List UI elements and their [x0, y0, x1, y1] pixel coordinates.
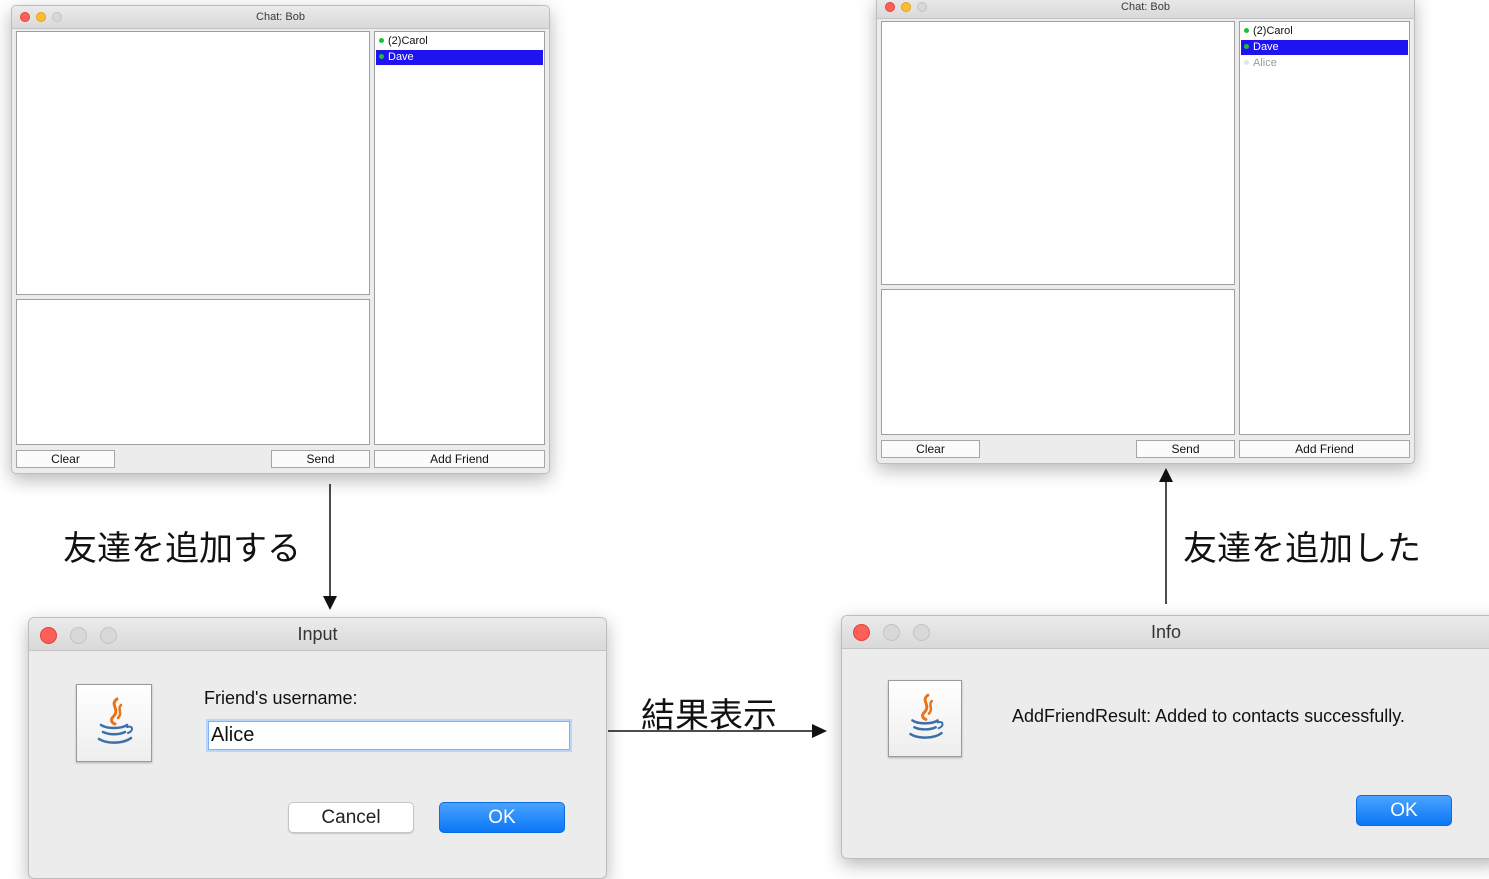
add-friend-button[interactable]: Add Friend	[374, 450, 545, 468]
clear-button[interactable]: Clear	[16, 450, 115, 468]
cancel-button[interactable]: Cancel	[288, 802, 414, 833]
add-friend-button[interactable]: Add Friend	[1239, 440, 1410, 458]
contact-label: Alice	[1253, 57, 1277, 69]
ok-button[interactable]: OK	[1356, 795, 1452, 826]
chat-history-area[interactable]	[16, 31, 370, 295]
contact-label: (2)Carol	[388, 35, 428, 47]
info-message: AddFriendResult: Added to contacts succe…	[1012, 706, 1405, 726]
arrow-down	[323, 484, 337, 610]
zoom-button[interactable]	[52, 12, 62, 22]
green-dot-icon	[1244, 28, 1249, 34]
contact-item[interactable]: (2)Carol	[1241, 24, 1408, 39]
chat-window-after: Chat: Bob (2)Carol Dave Alice Clear Send…	[876, 0, 1415, 464]
close-button[interactable]	[20, 12, 30, 22]
flow-label-added-friend: 友達を追加した	[1183, 529, 1421, 569]
minimize-button[interactable]	[36, 12, 46, 22]
prompt-label: Friend's username:	[204, 688, 358, 708]
title-bar: Chat: Bob	[877, 0, 1414, 19]
dialog-title: Info	[1150, 622, 1182, 642]
java-coffee-cup-icon	[888, 680, 962, 757]
java-coffee-cup-icon	[76, 684, 152, 762]
zoom-button[interactable]	[913, 624, 930, 641]
title-bar: Info	[842, 616, 1489, 649]
window-title: Chat: Bob	[1121, 1, 1170, 13]
green-dot-icon	[1244, 44, 1249, 50]
username-input[interactable]	[208, 721, 570, 750]
contact-item[interactable]: Alice	[1241, 56, 1408, 71]
flow-label-add-friend: 友達を追加する	[63, 529, 301, 569]
contact-item-selected[interactable]: Dave	[1241, 40, 1408, 55]
close-button[interactable]	[40, 627, 57, 644]
window-title: Chat: Bob	[256, 11, 305, 23]
contact-list[interactable]: (2)Carol Dave	[374, 31, 545, 445]
chat-window-before: Chat: Bob (2)Carol Dave Clear Send Add F…	[11, 5, 550, 474]
contact-label: Dave	[1253, 41, 1279, 53]
dialog-title: Input	[297, 624, 338, 644]
contact-item[interactable]: (2)Carol	[376, 34, 543, 49]
message-input-area[interactable]	[881, 289, 1235, 435]
close-button[interactable]	[885, 2, 895, 12]
minimize-button[interactable]	[901, 2, 911, 12]
info-dialog: Info AddFriendResult: Added to contacts …	[841, 615, 1489, 859]
title-bar: Chat: Bob	[12, 6, 549, 29]
ok-button[interactable]: OK	[439, 802, 565, 833]
flow-label-show-result: 結果表示	[641, 696, 777, 736]
chat-history-area[interactable]	[881, 21, 1235, 285]
title-bar: Input	[29, 618, 606, 651]
send-button[interactable]: Send	[271, 450, 370, 468]
contact-label: (2)Carol	[1253, 25, 1293, 37]
contact-item-selected[interactable]: Dave	[376, 50, 543, 65]
zoom-button[interactable]	[917, 2, 927, 12]
arrow-up	[1159, 468, 1173, 604]
contact-list[interactable]: (2)Carol Dave Alice	[1239, 21, 1410, 435]
message-input-area[interactable]	[16, 299, 370, 445]
minimize-button[interactable]	[70, 627, 87, 644]
zoom-button[interactable]	[100, 627, 117, 644]
clear-button[interactable]: Clear	[881, 440, 980, 458]
send-button[interactable]: Send	[1136, 440, 1235, 458]
grey-dot-icon	[1244, 60, 1249, 66]
green-dot-icon	[379, 38, 384, 44]
minimize-button[interactable]	[883, 624, 900, 641]
green-dot-icon	[379, 54, 384, 60]
contact-label: Dave	[388, 51, 414, 63]
close-button[interactable]	[853, 624, 870, 641]
input-dialog: Input Friend's username: Cancel OK	[28, 617, 607, 879]
